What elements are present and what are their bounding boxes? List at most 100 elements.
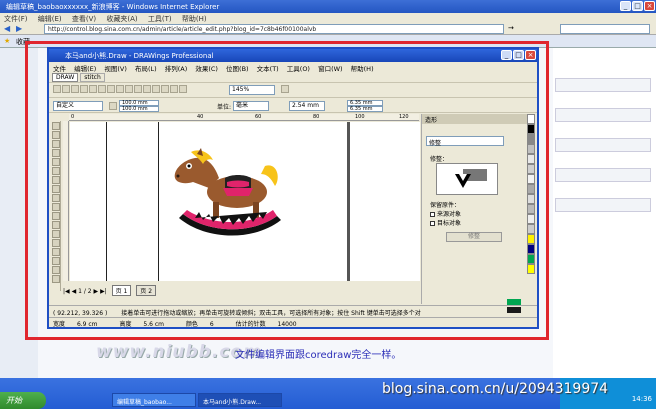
help-icon[interactable] bbox=[281, 85, 289, 93]
page-tab-1[interactable]: 页 1 bbox=[111, 285, 132, 296]
save-icon[interactable] bbox=[71, 85, 79, 93]
menu-tools[interactable]: 工具(T) bbox=[148, 15, 172, 23]
import-icon[interactable] bbox=[134, 85, 142, 93]
app-menu-view[interactable]: 视图(V) bbox=[104, 65, 127, 73]
drawing-canvas[interactable] bbox=[70, 122, 420, 281]
palette-swatch[interactable] bbox=[527, 244, 535, 254]
zoom-icon[interactable] bbox=[179, 85, 187, 93]
palette-swatch[interactable] bbox=[527, 134, 535, 144]
duplicate-y-input[interactable]: 6.35 mm bbox=[347, 106, 383, 112]
first-page-icon[interactable]: |◀ bbox=[63, 288, 70, 295]
next-page-icon[interactable]: ▶ bbox=[94, 288, 99, 295]
app-minimize-button[interactable]: _ bbox=[501, 50, 512, 60]
fill-tool-icon[interactable] bbox=[52, 275, 60, 283]
freehand-tool-icon[interactable] bbox=[52, 158, 60, 166]
app-menu-arrange[interactable]: 排列(A) bbox=[165, 65, 188, 73]
copy-icon[interactable] bbox=[98, 85, 106, 93]
palette-swatch[interactable] bbox=[527, 264, 535, 274]
nudge-input[interactable]: 2.54 mm bbox=[289, 101, 325, 111]
target-object-option[interactable]: 目标对象 bbox=[430, 218, 461, 227]
palette-swatch[interactable] bbox=[527, 234, 535, 244]
palette-swatch[interactable] bbox=[527, 214, 535, 224]
cut-icon[interactable] bbox=[89, 85, 97, 93]
go-button[interactable]: → bbox=[508, 24, 514, 32]
app-menu-bitmaps[interactable]: 位图(B) bbox=[226, 65, 249, 73]
palette-swatch[interactable] bbox=[527, 174, 535, 184]
back-icon[interactable]: ◀ bbox=[4, 24, 10, 33]
palette-swatch[interactable] bbox=[527, 114, 535, 124]
app-maximize-button[interactable]: □ bbox=[513, 50, 524, 60]
star-icon[interactable]: ★ bbox=[4, 37, 10, 45]
menu-favorites[interactable]: 收藏夹(A) bbox=[106, 15, 137, 23]
zoom-select[interactable]: 145% bbox=[229, 85, 275, 95]
undo-icon[interactable] bbox=[116, 85, 124, 93]
app-menu-window[interactable]: 窗口(W) bbox=[318, 65, 343, 73]
dimension-tool-icon[interactable] bbox=[52, 230, 60, 238]
app-close-button[interactable]: × bbox=[525, 50, 536, 60]
blog-widget[interactable] bbox=[555, 198, 651, 212]
paste-icon[interactable] bbox=[107, 85, 115, 93]
palette-swatch[interactable] bbox=[527, 124, 535, 134]
taskbar-ie-button[interactable]: 编辑草稿_baobao... bbox=[112, 393, 196, 407]
open-icon[interactable] bbox=[62, 85, 70, 93]
hoop-icon[interactable] bbox=[161, 85, 169, 93]
new-icon[interactable] bbox=[53, 85, 61, 93]
blog-widget[interactable] bbox=[555, 138, 651, 152]
page-height-input[interactable]: 100.0 mm bbox=[119, 106, 159, 112]
basic-shapes-icon[interactable] bbox=[52, 203, 60, 211]
tab-stitch[interactable]: stitch bbox=[80, 73, 105, 82]
tab-draw[interactable]: DRAW bbox=[52, 73, 79, 82]
start-button[interactable]: 开始 bbox=[0, 392, 46, 409]
source-object-checkbox[interactable] bbox=[430, 212, 435, 217]
palette-swatch[interactable] bbox=[527, 204, 535, 214]
close-button[interactable]: × bbox=[644, 1, 655, 11]
target-object-checkbox[interactable] bbox=[430, 221, 435, 226]
pick-tool-icon[interactable] bbox=[52, 122, 60, 130]
zoom-tool-icon[interactable] bbox=[52, 149, 60, 157]
minimize-button[interactable]: _ bbox=[620, 1, 631, 11]
last-page-icon[interactable]: ▶| bbox=[100, 288, 107, 295]
polygon-tool-icon[interactable] bbox=[52, 194, 60, 202]
app-menu-edit[interactable]: 编辑(E) bbox=[74, 65, 96, 73]
palette-swatch[interactable] bbox=[527, 154, 535, 164]
app-menu-text[interactable]: 文本(T) bbox=[257, 65, 279, 73]
unit-select[interactable]: 毫米 bbox=[233, 101, 269, 111]
menu-edit[interactable]: 编辑(E) bbox=[38, 15, 62, 23]
menu-file[interactable]: 文件(F) bbox=[4, 15, 28, 23]
print-icon[interactable] bbox=[80, 85, 88, 93]
redo-icon[interactable] bbox=[125, 85, 133, 93]
palette-swatch[interactable] bbox=[527, 194, 535, 204]
app-menu-tools[interactable]: 工具(O) bbox=[287, 65, 310, 73]
grid-icon[interactable] bbox=[170, 85, 178, 93]
page-size-select[interactable]: 自定义 bbox=[53, 101, 103, 111]
shaping-mode-select[interactable]: 修整 bbox=[426, 136, 504, 147]
prev-page-icon[interactable]: ◀ bbox=[72, 288, 77, 295]
forward-icon[interactable]: ▶ bbox=[16, 24, 22, 33]
palette-swatch[interactable] bbox=[527, 164, 535, 174]
search-input[interactable] bbox=[560, 24, 650, 34]
palette-swatch[interactable] bbox=[527, 254, 535, 264]
smart-fill-icon[interactable] bbox=[52, 167, 60, 175]
palette-swatch[interactable] bbox=[527, 184, 535, 194]
export-icon[interactable] bbox=[143, 85, 151, 93]
source-object-option[interactable]: 来源对象 bbox=[430, 209, 461, 218]
maximize-button[interactable]: □ bbox=[632, 1, 643, 11]
stitch-icon[interactable] bbox=[152, 85, 160, 93]
crop-tool-icon[interactable] bbox=[52, 140, 60, 148]
palette-swatch[interactable] bbox=[527, 144, 535, 154]
taskbar-drawings-button[interactable]: 本马and小熊.Draw... bbox=[198, 393, 282, 407]
table-tool-icon[interactable] bbox=[52, 221, 60, 229]
eyedropper-icon[interactable] bbox=[52, 257, 60, 265]
app-menu-file[interactable]: 文件 bbox=[53, 65, 66, 73]
rocking-horse-illustration[interactable] bbox=[165, 148, 285, 244]
text-tool-icon[interactable] bbox=[52, 212, 60, 220]
shape-tool-icon[interactable] bbox=[52, 131, 60, 139]
blog-widget[interactable] bbox=[555, 168, 651, 182]
trim-apply-button[interactable]: 修整 bbox=[446, 232, 502, 242]
url-input[interactable]: http://control.blog.sina.com.cn/admin/ar… bbox=[44, 24, 504, 34]
app-menu-help[interactable]: 帮助(H) bbox=[351, 65, 374, 73]
app-menu-layout[interactable]: 布局(L) bbox=[135, 65, 157, 73]
page-tab-2[interactable]: 页 2 bbox=[136, 285, 157, 296]
blog-widget[interactable] bbox=[555, 108, 651, 122]
palette-swatch[interactable] bbox=[527, 224, 535, 234]
